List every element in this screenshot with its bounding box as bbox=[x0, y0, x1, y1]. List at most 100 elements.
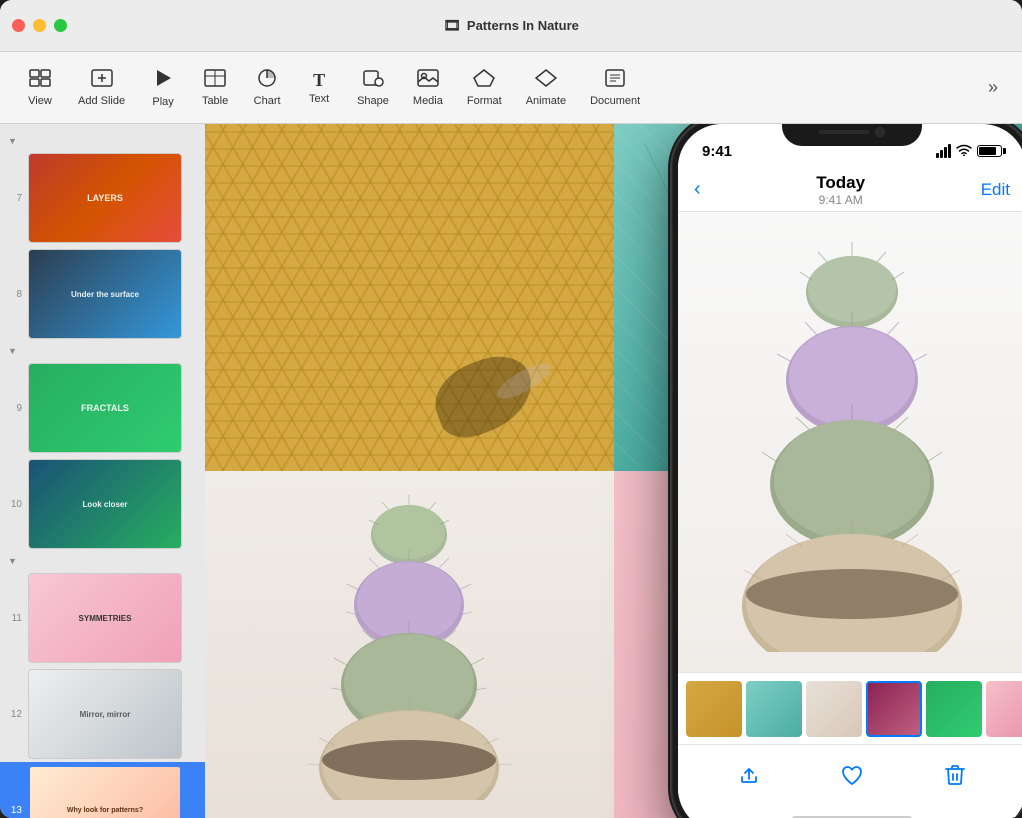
ios-bottom-bar bbox=[678, 744, 1022, 804]
toolbar-item-text[interactable]: T Text bbox=[295, 65, 343, 111]
table-label: Table bbox=[202, 95, 228, 107]
slide-group-7: ▼ 7 LAYERS bbox=[0, 132, 205, 246]
toolbar-item-add-slide[interactable]: Add Slide bbox=[68, 63, 135, 113]
minimize-button[interactable] bbox=[33, 19, 46, 32]
thumb-mini-4[interactable] bbox=[866, 681, 922, 737]
front-camera bbox=[875, 127, 885, 137]
iphone-overlay: 9:41 bbox=[672, 124, 1022, 818]
ios-urchin-svg bbox=[722, 232, 982, 652]
toolbar-more-button[interactable]: » bbox=[980, 73, 1006, 102]
share-button[interactable] bbox=[729, 755, 769, 795]
animate-icon bbox=[535, 69, 557, 91]
media-icon bbox=[417, 69, 439, 91]
toolbar-item-animate[interactable]: Animate bbox=[516, 63, 576, 113]
group-arrow-9: ▼ bbox=[8, 346, 17, 356]
signal-bar-1 bbox=[936, 153, 939, 158]
view-icon bbox=[29, 69, 51, 91]
iphone-screen: 9:41 bbox=[678, 124, 1022, 818]
mac-window: 🎞 Patterns In Nature View bbox=[0, 0, 1022, 818]
play-icon bbox=[153, 68, 173, 92]
toolbar-item-media[interactable]: Media bbox=[403, 63, 453, 113]
view-label: View bbox=[28, 95, 52, 107]
text-label: Text bbox=[309, 93, 329, 105]
window-controls bbox=[12, 19, 67, 32]
slide-item-13[interactable]: 13 Why look for patterns? bbox=[0, 762, 205, 818]
slide-group-header-7: ▼ bbox=[0, 132, 205, 150]
thumb-mini-2[interactable] bbox=[746, 681, 802, 737]
ios-thumb-strip bbox=[678, 672, 1022, 744]
window-title: Patterns In Nature bbox=[467, 18, 579, 33]
share-icon bbox=[737, 763, 761, 787]
slide-group-header-11: ▼ bbox=[0, 552, 205, 570]
window-title-area: 🎞 Patterns In Nature bbox=[443, 17, 579, 34]
slide-thumb-label-13: Why look for patterns? bbox=[67, 807, 143, 814]
slide-number-10: 10 bbox=[8, 499, 22, 510]
group-arrow-11: ▼ bbox=[8, 556, 17, 566]
slide-item-11[interactable]: 11 SYMMETRIES bbox=[0, 570, 205, 666]
slide-panel[interactable]: ▼ 7 LAYERS 8 Under the bbox=[0, 124, 205, 818]
toolbar-item-shape[interactable]: Shape bbox=[347, 63, 399, 113]
slide-number-13: 13 bbox=[8, 805, 22, 816]
toolbar-item-play[interactable]: Play bbox=[139, 62, 187, 114]
nav-title: Today bbox=[816, 173, 865, 193]
nav-title-block: Today 9:41 AM bbox=[816, 173, 865, 207]
toolbar-item-chart[interactable]: Chart bbox=[243, 63, 291, 113]
chart-label: Chart bbox=[254, 95, 281, 107]
slide-thumbnail-13: Why look for patterns? bbox=[28, 765, 182, 818]
slide-thumb-label-8: Under the surface bbox=[71, 290, 139, 299]
slide-thumb-label-7: LAYERS bbox=[87, 193, 123, 203]
slide-thumb-content-12: Mirror, mirror bbox=[29, 670, 181, 758]
canvas-cell-urchin-main bbox=[205, 471, 614, 818]
main-content: ▼ 7 LAYERS 8 Under the bbox=[0, 124, 1022, 818]
format-label: Format bbox=[467, 95, 502, 107]
toolbar-item-document[interactable]: Document bbox=[580, 63, 650, 113]
nav-subtitle: 9:41 AM bbox=[816, 193, 865, 207]
slide-item-9[interactable]: 9 FRACTALS bbox=[0, 360, 205, 456]
slide-number-8: 8 bbox=[8, 289, 22, 300]
group-arrow-7: ▼ bbox=[8, 136, 17, 146]
thumb-mini-1[interactable] bbox=[686, 681, 742, 737]
slide-thumbnail-11: SYMMETRIES bbox=[28, 573, 182, 663]
volume-down-button bbox=[672, 338, 673, 393]
slide-group-11: ▼ 11 SYMMETRIES bbox=[0, 552, 205, 666]
notch-speaker bbox=[819, 130, 869, 134]
slide-number-11: 11 bbox=[8, 613, 22, 624]
slide-group-8: 8 Under the surface bbox=[0, 246, 205, 342]
slide-thumb-content-13: Why look for patterns? bbox=[30, 767, 180, 818]
close-button[interactable] bbox=[12, 19, 25, 32]
iphone-notch bbox=[782, 124, 922, 146]
text-icon: T bbox=[313, 71, 325, 89]
toolbar-item-view[interactable]: View bbox=[16, 63, 64, 113]
status-icons bbox=[936, 143, 1002, 159]
delete-button[interactable] bbox=[935, 755, 975, 795]
favorite-button[interactable] bbox=[832, 755, 872, 795]
slide-item-7[interactable]: 7 LAYERS bbox=[0, 150, 205, 246]
slide-item-8[interactable]: 8 Under the surface bbox=[0, 246, 205, 342]
signal-bar-4 bbox=[948, 144, 951, 158]
slide-item-12[interactable]: 12 Mirror, mirror bbox=[0, 666, 205, 762]
thumb-mini-3[interactable] bbox=[806, 681, 862, 737]
canvas-area: 9:41 bbox=[205, 124, 1022, 818]
slide-group-12: 12 Mirror, mirror bbox=[0, 666, 205, 762]
thumb-mini-6[interactable] bbox=[986, 681, 1022, 737]
toolbar-item-table[interactable]: Table bbox=[191, 63, 239, 113]
back-chevron-icon: ‹ bbox=[694, 178, 701, 201]
slide-thumb-label-9: FRACTALS bbox=[81, 403, 129, 413]
trash-icon bbox=[943, 763, 967, 787]
signal-bars bbox=[936, 144, 951, 158]
format-icon bbox=[473, 69, 495, 91]
nav-back-button[interactable]: ‹ bbox=[694, 178, 701, 201]
nav-edit-button[interactable]: Edit bbox=[981, 180, 1010, 200]
toolbar: View Add Slide Play bbox=[0, 52, 1022, 124]
maximize-button[interactable] bbox=[54, 19, 67, 32]
media-label: Media bbox=[413, 95, 443, 107]
shape-label: Shape bbox=[357, 95, 389, 107]
status-time: 9:41 bbox=[702, 143, 732, 160]
slide-thumbnail-7: LAYERS bbox=[28, 153, 182, 243]
iphone-shell: 9:41 bbox=[672, 124, 1022, 818]
ios-main-photo bbox=[678, 212, 1022, 672]
slide-item-10[interactable]: 10 Look closer bbox=[0, 456, 205, 552]
thumb-mini-5[interactable] bbox=[926, 681, 982, 737]
slide-thumb-label-10: Look closer bbox=[83, 500, 128, 509]
toolbar-item-format[interactable]: Format bbox=[457, 63, 512, 113]
